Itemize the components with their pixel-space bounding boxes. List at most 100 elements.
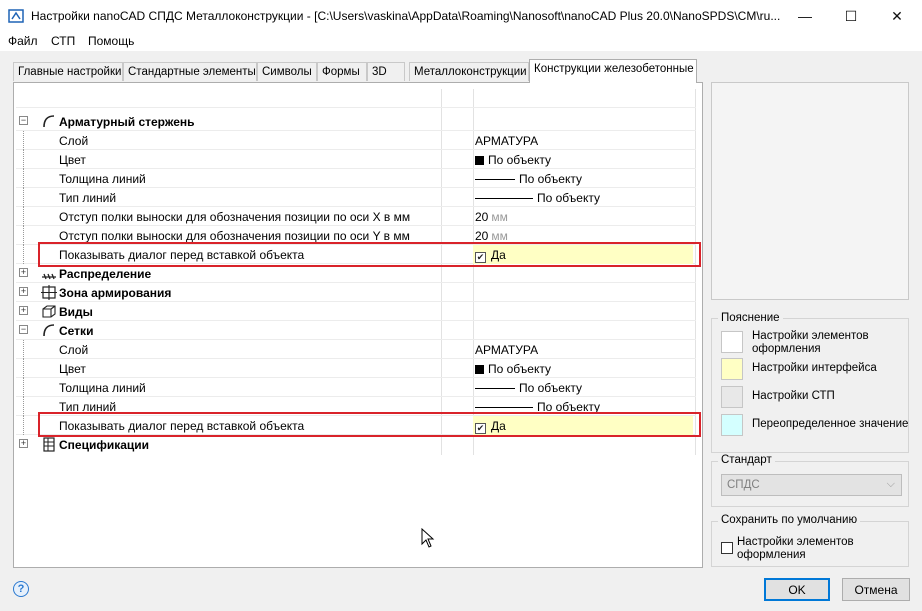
ok-button[interactable]: OK	[764, 578, 830, 601]
help-icon[interactable]: ?	[13, 581, 29, 597]
legend-title: Пояснение	[718, 312, 783, 324]
group-label: Виды	[59, 305, 93, 319]
specification-table-icon	[43, 437, 55, 452]
standard-select[interactable]: СПДС ⌵	[721, 474, 902, 496]
expand-icon[interactable]: +	[19, 287, 28, 296]
highlight-box	[38, 412, 701, 437]
property-name: Отступ полки выноски для обозначения поз…	[59, 210, 411, 224]
save-default-label: Настройки элементов оформления	[737, 536, 854, 561]
unit-label: мм	[491, 210, 508, 224]
window-title: Настройки nanoCAD СПДС Металлоконструкци…	[31, 9, 781, 23]
maximize-icon: ☐	[844, 7, 858, 24]
menu-help[interactable]: Помощь	[88, 34, 134, 48]
highlight-box	[38, 242, 701, 267]
close-button[interactable]: ✕	[874, 0, 920, 32]
preview-panel	[711, 82, 909, 300]
cancel-button[interactable]: Отмена	[842, 578, 910, 601]
property-value: По объекту	[519, 381, 582, 395]
property-name: Слой	[59, 134, 89, 148]
maximize-button[interactable]: ☐	[828, 0, 874, 32]
property-row[interactable]: Отступ полки выноски для обозначения поз…	[16, 207, 696, 226]
group-reinforcement-zone[interactable]: + Зона армирования	[16, 283, 696, 302]
tree-line	[23, 207, 24, 226]
lineweight-value[interactable]: По объекту	[475, 172, 582, 186]
tab-forms[interactable]: Формы	[317, 62, 367, 81]
group-rebar[interactable]: − Арматурный стержень	[16, 112, 696, 131]
tree-line	[23, 378, 24, 397]
color-value[interactable]: По объекту	[475, 153, 551, 167]
line-sample-icon	[475, 198, 533, 200]
property-name: Слой	[59, 343, 89, 357]
property-value[interactable]: АРМАТУРА	[475, 134, 538, 148]
offset-y-value[interactable]: 20 мм	[475, 229, 508, 243]
tab-standard-elements[interactable]: Стандартные элементы	[123, 62, 257, 81]
legend-label: Настройки СТП	[752, 390, 835, 402]
legend-label: Переопределенное значение	[752, 418, 909, 430]
property-name: Отступ полки выноски для обозначения поз…	[59, 229, 410, 243]
tree-line	[23, 169, 24, 188]
property-row[interactable]: Толщина линий По объекту	[16, 169, 696, 188]
property-value: По объекту	[519, 172, 582, 186]
color-value[interactable]: По объекту	[475, 362, 551, 376]
legend-swatch-cyan	[721, 414, 743, 436]
property-row[interactable]: Толщина линий По объекту	[16, 378, 696, 397]
legend-swatch-yellow	[721, 358, 743, 380]
close-icon: ✕	[891, 7, 903, 24]
tree-line	[23, 226, 24, 245]
property-row[interactable]: Слой АРМАТУРА	[16, 340, 696, 359]
save-default-title: Сохранить по умолчанию	[718, 514, 861, 526]
tree-line	[23, 340, 24, 359]
legend-swatch-gray	[721, 386, 743, 408]
property-name: Цвет	[59, 362, 86, 376]
expand-icon[interactable]: +	[19, 306, 28, 315]
line-sample-icon	[475, 388, 515, 390]
minimize-button[interactable]: —	[782, 0, 828, 32]
tree-line	[23, 397, 24, 416]
tab-symbols[interactable]: Символы	[257, 62, 317, 81]
group-label: Спецификации	[59, 438, 150, 452]
group-specifications[interactable]: + Спецификации	[16, 435, 696, 454]
linetype-value[interactable]: По объекту	[475, 191, 600, 205]
mesh-icon	[43, 324, 55, 337]
property-row[interactable]: Цвет По объекту	[16, 150, 696, 169]
property-row[interactable]: Цвет По объекту	[16, 359, 696, 378]
legend-label: Настройки элементов оформления	[752, 330, 869, 355]
title-bar: Настройки nanoCAD СПДС Металлоконструкци…	[0, 0, 922, 32]
views-cube-icon	[42, 305, 56, 318]
group-views[interactable]: + Виды	[16, 302, 696, 321]
offset-x-value[interactable]: 20 мм	[475, 210, 508, 224]
expand-icon[interactable]: +	[19, 268, 28, 277]
tree-line	[23, 131, 24, 150]
menu-file[interactable]: Файл	[8, 34, 38, 48]
tree-line	[23, 245, 24, 264]
lineweight-value[interactable]: По объекту	[475, 381, 582, 395]
expand-icon[interactable]: +	[19, 439, 28, 448]
property-row[interactable]: Слой АРМАТУРА	[16, 131, 696, 150]
group-label: Зона армирования	[59, 286, 172, 300]
menu-stp[interactable]: СТП	[51, 34, 75, 48]
tree-line	[23, 150, 24, 169]
property-row[interactable]: Тип линий По объекту	[16, 188, 696, 207]
tree-line	[23, 188, 24, 207]
color-swatch-icon	[475, 156, 484, 165]
save-default-checkbox[interactable]	[721, 542, 733, 554]
line-sample-icon	[475, 407, 533, 409]
property-value[interactable]: АРМАТУРА	[475, 343, 538, 357]
tab-reinforced-concrete[interactable]: Конструкции железобетонные	[529, 59, 697, 83]
property-value: 20	[475, 229, 489, 243]
tab-metal-structures[interactable]: Металлоконструкции	[409, 62, 529, 81]
legend-swatch-white	[721, 331, 743, 353]
color-swatch-icon	[475, 365, 484, 374]
collapse-icon[interactable]: −	[19, 325, 28, 334]
collapse-icon[interactable]: −	[19, 116, 28, 125]
property-value: По объекту	[488, 362, 551, 376]
group-label: Сетки	[59, 324, 94, 338]
tree-line	[23, 359, 24, 378]
tab-main-settings[interactable]: Главные настройки	[13, 62, 123, 81]
grid-header-row	[16, 89, 696, 108]
group-meshes[interactable]: − Сетки	[16, 321, 696, 340]
unit-label: мм	[491, 229, 508, 243]
property-value: По объекту	[488, 153, 551, 167]
tab-3d[interactable]: 3D	[367, 62, 405, 81]
app-icon	[8, 9, 24, 23]
